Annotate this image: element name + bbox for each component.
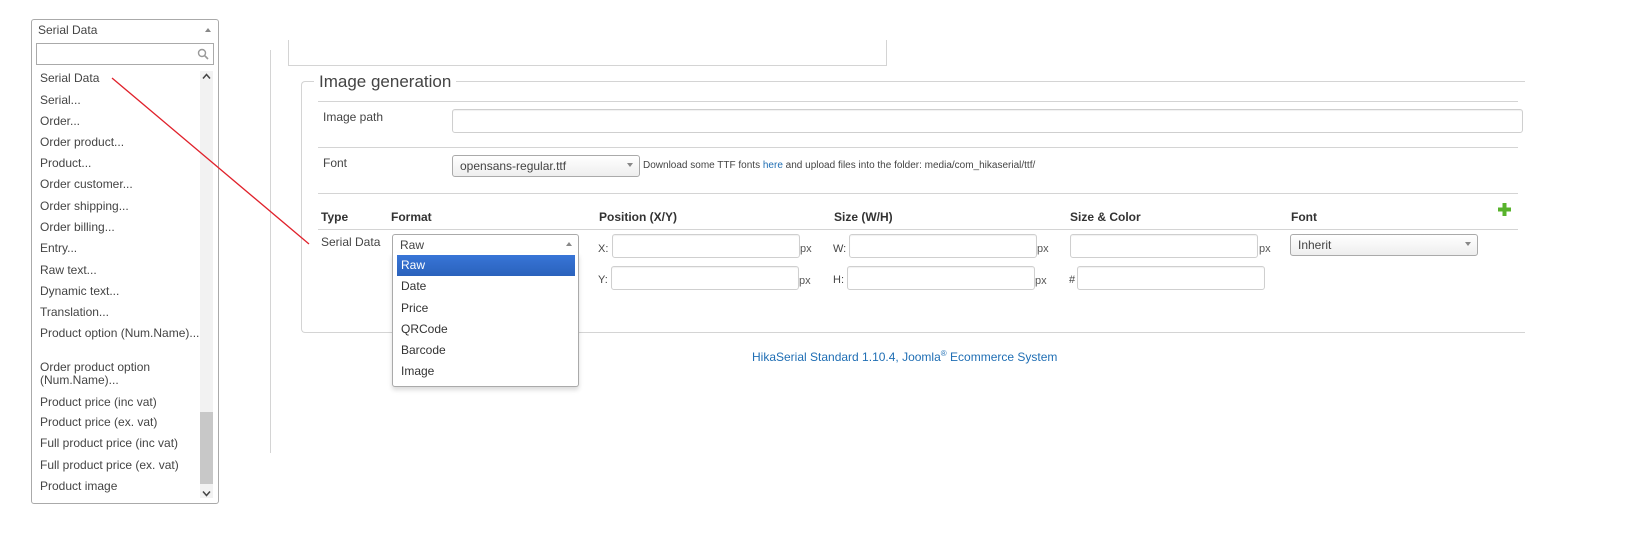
annotation-arrow xyxy=(111,77,310,245)
